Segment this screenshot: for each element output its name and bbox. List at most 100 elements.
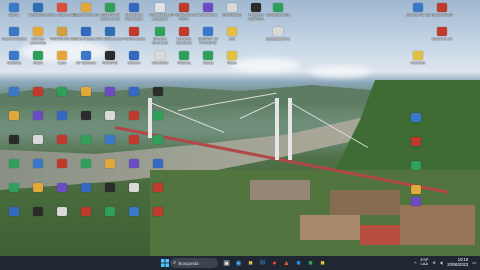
app-icon — [57, 183, 67, 192]
app-icon — [33, 183, 43, 192]
excel-icon — [179, 51, 189, 60]
app-icon — [81, 3, 91, 12]
desktop-icon[interactable]: pesquisassimo — [264, 26, 292, 50]
app-icon — [9, 51, 19, 60]
app-icon — [33, 27, 43, 36]
town-block — [300, 215, 360, 240]
notification-icon[interactable]: ▭ — [472, 260, 476, 265]
start-button[interactable] — [160, 258, 169, 268]
excel-taskbar-icon[interactable]: ■ — [306, 258, 315, 268]
desktop-icon[interactable] — [144, 158, 172, 170]
app-icon — [9, 207, 19, 216]
volume-icon[interactable]: ◂) — [440, 260, 443, 265]
app-icon — [81, 135, 91, 144]
town-block — [400, 205, 475, 245]
app-icon — [251, 3, 261, 12]
wifi-icon[interactable]: ≋ — [433, 260, 436, 265]
desktop-icon[interactable] — [144, 110, 172, 122]
mail-icon[interactable]: ✉ — [258, 258, 267, 268]
app-icon — [411, 113, 421, 122]
search-icon: ⌕ — [173, 259, 177, 266]
app-icon — [105, 159, 115, 168]
desktop-icon[interactable]: edit — [218, 26, 246, 50]
search-placeholder: Busqueda — [178, 260, 199, 266]
app-icon — [9, 87, 19, 96]
desktop-icon[interactable]: Relatório — [404, 50, 432, 74]
desktop-icon-label: Notas — [227, 61, 237, 65]
desktop-icon[interactable]: ProfViewpoint — [120, 26, 148, 50]
folder-taskbar-icon[interactable]: ■ — [318, 258, 327, 268]
app-icon — [57, 159, 67, 168]
desktop-icon[interactable] — [144, 206, 172, 218]
app-icon — [153, 159, 163, 168]
app-icon — [105, 183, 115, 192]
app-icon — [105, 87, 115, 96]
app-icon — [203, 3, 213, 12]
edge-browser-icon[interactable]: ◉ — [234, 258, 243, 268]
taskbar-search[interactable]: ⌕ Busqueda — [170, 258, 218, 268]
desktop-icon[interactable] — [402, 136, 430, 148]
folder-icon — [9, 3, 19, 12]
file-icon — [273, 27, 283, 36]
app-icon — [33, 87, 43, 96]
chevron-up-icon[interactable]: ˄ — [414, 260, 416, 265]
bridge-pylon — [288, 98, 292, 160]
desktop-icon[interactable]: Comando BRK — [264, 2, 292, 26]
folder-icon — [227, 27, 237, 36]
app-icon — [81, 159, 91, 168]
desktop-icon[interactable] — [402, 112, 430, 124]
app-icon — [33, 51, 43, 60]
app-icon — [129, 183, 139, 192]
desktop-icon-label: Informe — [127, 61, 141, 65]
desktop-icon[interactable]: Informe — [120, 50, 148, 74]
word-icon — [33, 3, 43, 12]
app-icon — [9, 159, 19, 168]
app-icon — [129, 3, 139, 12]
app-icon — [57, 51, 67, 60]
brave-icon[interactable]: ▲ — [282, 258, 291, 268]
app-icon — [411, 137, 421, 146]
desktop-icon[interactable] — [402, 160, 430, 172]
desktop-icon-label: Relatório — [410, 61, 426, 65]
desktop-icon[interactable]: Notas — [218, 50, 246, 74]
app-icon — [153, 183, 163, 192]
town-block — [330, 190, 400, 215]
app-icon — [81, 183, 91, 192]
bridge-pylon — [275, 98, 279, 160]
app-icon — [9, 111, 19, 120]
desktop-icon[interactable]: Mundo de BI — [428, 26, 456, 50]
excel-icon — [203, 51, 213, 60]
taskbar: ⌕ Busqueda ▣ ◉ ■ ✉ ● ▲ ■ ■ ■ ˄ ESP LAA ≋… — [0, 256, 480, 270]
desktop-icon[interactable] — [144, 134, 172, 146]
desktop-icon[interactable]: Radio CIA 20 — [428, 2, 456, 26]
desktop-icon-label: pesquisassimo — [266, 37, 290, 41]
app-icon — [81, 207, 91, 216]
file-explorer-icon[interactable]: ■ — [246, 258, 255, 268]
task-view-icon[interactable]: ▣ — [222, 258, 231, 268]
app-icon — [81, 27, 91, 36]
app-icon — [9, 27, 19, 36]
chrome-icon[interactable]: ● — [270, 258, 279, 268]
desktop-icon[interactable] — [144, 182, 172, 194]
app-icon — [129, 111, 139, 120]
app-icon — [33, 135, 43, 144]
app-icon — [129, 159, 139, 168]
cloud — [310, 66, 370, 78]
app-icon — [129, 87, 139, 96]
desktop-icon[interactable] — [402, 184, 430, 196]
desktop-icon[interactable] — [144, 86, 172, 98]
language-indicator[interactable]: ESP LAA — [421, 257, 429, 267]
desktop-icon[interactable] — [402, 196, 430, 208]
app-icon — [153, 87, 163, 96]
app-icon — [105, 207, 115, 216]
app-icon — [81, 87, 91, 96]
app-icon — [33, 159, 43, 168]
app-icon — [57, 135, 67, 144]
desktop-icon-label: Radio CIA 20 — [431, 13, 453, 17]
app-icon — [153, 207, 163, 216]
desktop-icon[interactable]: Ativado via importação — [120, 2, 148, 26]
clock[interactable]: 10:19 20/06/2023 — [447, 257, 468, 267]
store-icon[interactable]: ■ — [294, 258, 303, 268]
app-icon — [153, 135, 163, 144]
app-icon — [9, 135, 19, 144]
